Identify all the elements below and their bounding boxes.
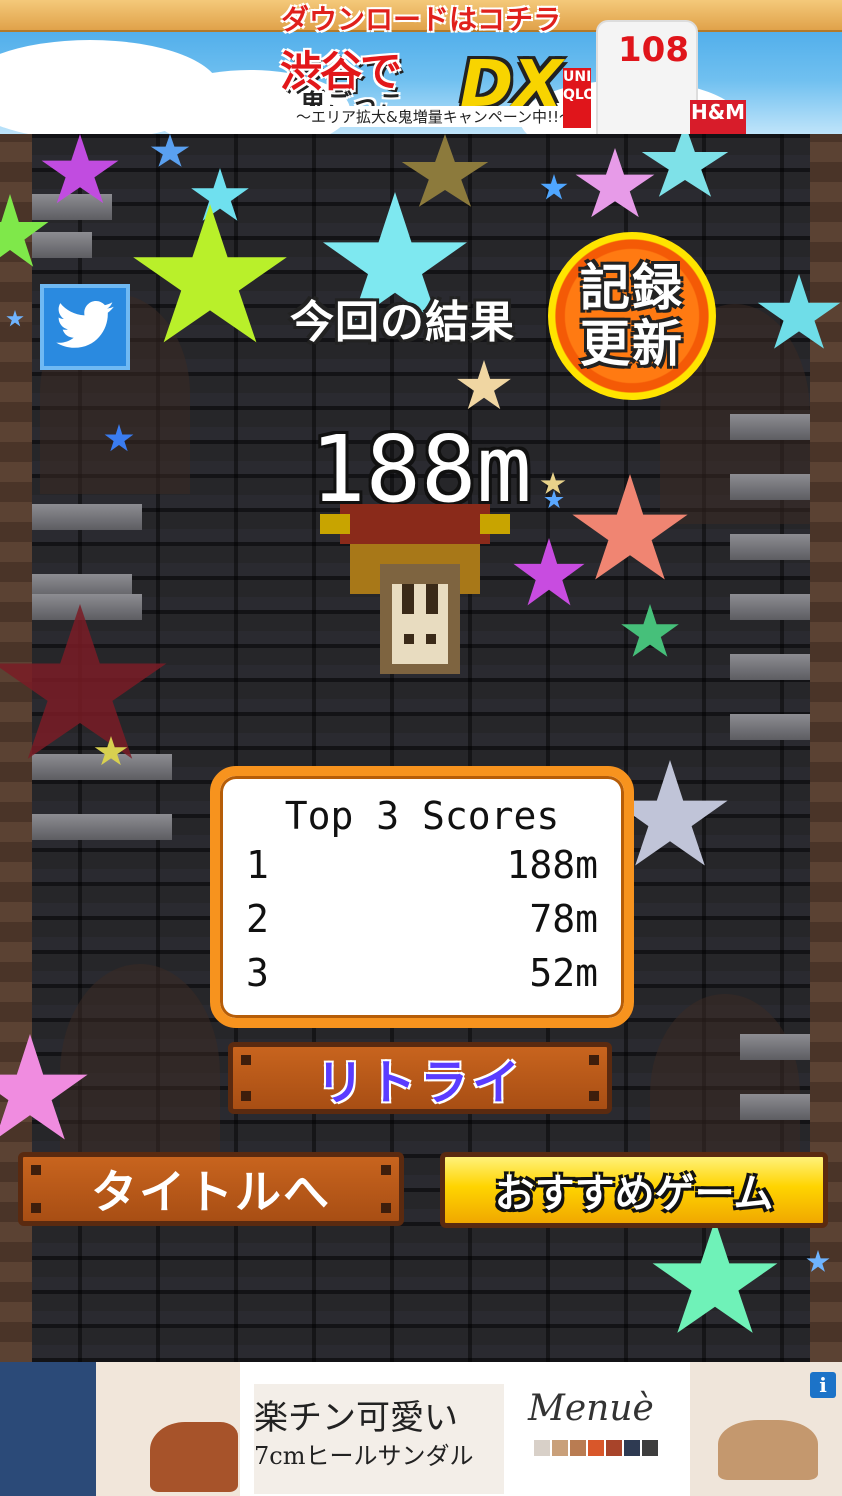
hm-logo: H&M: [690, 100, 746, 134]
ledge: [730, 594, 810, 620]
score-value: 188m: [506, 843, 598, 887]
scores-title: Top 3 Scores: [284, 794, 560, 838]
ad-brand-logo: Menuè: [528, 1388, 654, 1429]
star-decoration: [513, 538, 585, 606]
top-scores-panel: Top 3 Scores 1 188m 2 78m 3 52m: [210, 766, 634, 1028]
color-swatch: [570, 1440, 586, 1456]
title-button-label[interactable]: タイトルへ: [91, 1156, 331, 1222]
ad-text-block: 楽チン可愛い 7cmヒールサンダル: [254, 1384, 504, 1494]
color-swatches: [534, 1440, 658, 1456]
record-badge-line2: 更新: [580, 315, 684, 373]
cup-number: 108: [618, 30, 689, 70]
ledge: [32, 754, 172, 780]
back-to-title-button[interactable]: タイトルへ: [18, 1152, 404, 1226]
color-swatch: [588, 1440, 604, 1456]
twitter-bird-icon: [56, 301, 114, 353]
ledge: [730, 714, 810, 740]
star-decoration: [191, 168, 249, 221]
color-swatch: [534, 1440, 550, 1456]
top-banner-ad[interactable]: ダウンロードはコチラ 渋谷で 鬼ごっこ DX 〜エリア拡大&鬼増量キャンペーン中…: [0, 0, 842, 134]
rivet: [31, 1203, 41, 1213]
recommend-label[interactable]: おすすめゲーム: [495, 1161, 774, 1219]
star-decoration: [641, 134, 729, 197]
score-rank: 2: [246, 897, 269, 941]
ad-sandal-image: [150, 1422, 238, 1492]
ledge: [32, 814, 172, 840]
ledge: [740, 1034, 810, 1060]
record-badge-line1: 記録: [580, 259, 684, 317]
retry-label[interactable]: リトライ: [316, 1043, 524, 1113]
star-decoration: [621, 604, 679, 657]
ledge: [730, 534, 810, 560]
rivet: [381, 1165, 391, 1175]
score-row: 2 78m: [246, 892, 598, 946]
score-value: 78m: [529, 897, 598, 941]
ad-subline: 7cmヒールサンダル: [254, 1442, 474, 1470]
star-decoration: [401, 134, 489, 207]
color-swatch: [552, 1440, 568, 1456]
star-decoration: [652, 1220, 778, 1333]
rivet: [241, 1055, 251, 1065]
ledge: [740, 1094, 810, 1120]
rivet: [589, 1091, 599, 1101]
star-decoration: [457, 360, 511, 410]
player-character-sprite: [320, 484, 510, 674]
color-swatch: [642, 1440, 658, 1456]
new-record-badge: 記録 更新: [548, 232, 716, 400]
rivet: [31, 1165, 41, 1175]
rivet: [381, 1203, 391, 1213]
uniqlo-logo: UNI QLO: [563, 68, 595, 128]
ad-info-icon[interactable]: i: [810, 1372, 836, 1398]
twitter-share-button[interactable]: [40, 284, 130, 370]
ad-campaign-text: 〜エリア拡大&鬼増量キャンペーン中!!〜: [288, 106, 582, 127]
rivet: [241, 1091, 251, 1101]
background-door: [60, 964, 220, 1184]
rivet: [589, 1055, 599, 1065]
score-value: 52m: [529, 951, 598, 995]
color-swatch: [624, 1440, 640, 1456]
ledge: [32, 594, 142, 620]
download-text[interactable]: ダウンロードはコチラ: [0, 0, 842, 38]
ledge: [32, 232, 92, 258]
ledge: [730, 654, 810, 680]
star-decoration: [150, 134, 190, 167]
star-decoration: [540, 174, 568, 200]
recommended-games-button[interactable]: おすすめゲーム: [440, 1152, 828, 1228]
game-screen: 今回の結果 記録 更新 188m Top 3 Scores 1 188m 2 7…: [0, 134, 842, 1362]
ad-headline: 楽チン可愛い: [254, 1398, 458, 1438]
star-decoration: [575, 148, 655, 218]
score-row: 3 52m: [246, 946, 598, 1000]
retry-button[interactable]: リトライ: [228, 1042, 612, 1114]
ad-sandal-image: [718, 1420, 818, 1480]
ad-game-title[interactable]: 渋谷で 鬼ごっこ DX: [270, 34, 600, 122]
bottom-banner-ad[interactable]: 楽チン可愛い 7cmヒールサンダル Menuè i: [0, 1362, 842, 1496]
score-rank: 3: [246, 951, 269, 995]
score-rank: 1: [246, 843, 269, 887]
score-row: 1 188m: [246, 838, 598, 892]
color-swatch: [606, 1440, 622, 1456]
result-label: 今回の結果: [290, 297, 515, 348]
